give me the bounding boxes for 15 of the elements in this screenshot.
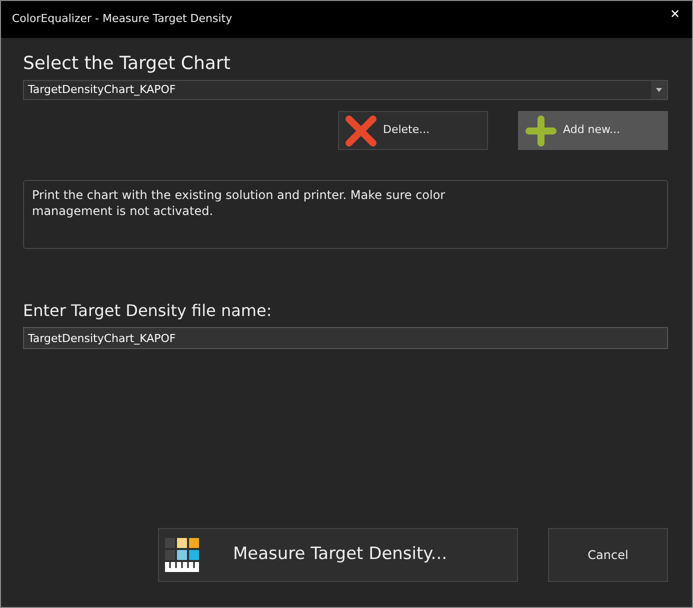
cross-icon bbox=[345, 114, 377, 146]
window-title: ColorEqualizer - Measure Target Density bbox=[12, 11, 232, 28]
chart-ruler-icon bbox=[165, 538, 199, 572]
delete-button[interactable]: Delete... bbox=[338, 111, 488, 150]
cancel-button[interactable]: Cancel bbox=[548, 528, 668, 582]
info-text: Print the chart with the existing solution and printer. Make sure color management is not activated. bbox=[32, 187, 446, 220]
measure-button[interactable]: Measure Target Density... bbox=[158, 528, 518, 582]
section-heading: Select the Target Chart bbox=[23, 52, 232, 76]
chart-dropdown[interactable]: TargetDensityChart_KAPOF bbox=[23, 80, 668, 100]
dropdown-arrow-icon bbox=[656, 88, 662, 92]
add-button[interactable]: Add new... bbox=[518, 111, 668, 150]
field-label: Enter Target Density file name: bbox=[23, 300, 273, 322]
close-button[interactable]: ✕ bbox=[668, 5, 682, 23]
file-name-field[interactable]: TargetDensityChart_KAPOF bbox=[23, 327, 668, 349]
plus-icon bbox=[525, 114, 557, 146]
